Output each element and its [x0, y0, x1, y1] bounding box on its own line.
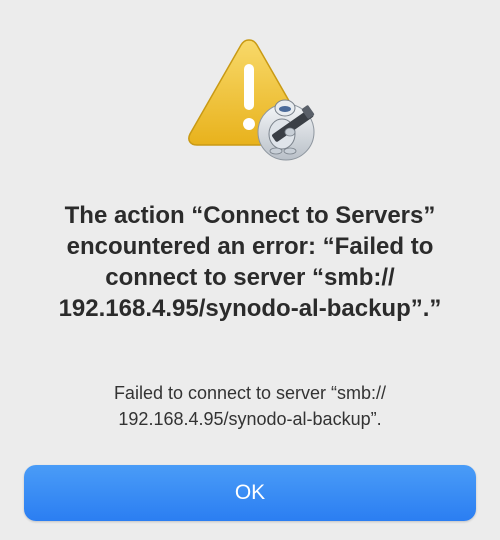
alert-dialog: The action “Connect to Servers” encounte… [0, 0, 500, 540]
warning-triangle-icon [188, 39, 315, 161]
alert-icon-group [186, 36, 316, 162]
ok-button[interactable]: OK [24, 465, 476, 521]
alert-message: Failed to connect to server “smb:// 192.… [113, 383, 387, 429]
alert-title: The action “Connect to Servers” encounte… [58, 202, 442, 322]
